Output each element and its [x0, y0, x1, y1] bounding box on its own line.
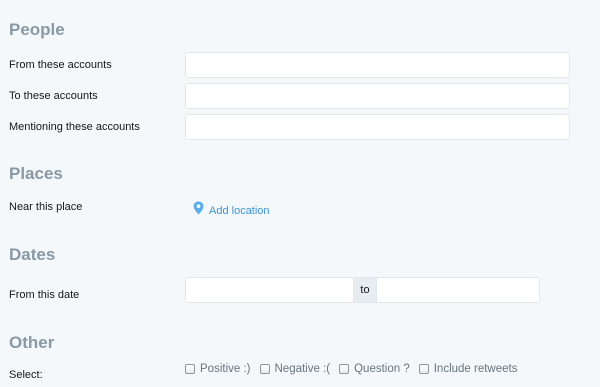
checkbox-icon[interactable]	[185, 364, 195, 374]
add-location-label: Add location	[209, 204, 270, 217]
filter-options: Positive :) Negative :( Question ? Inclu…	[185, 363, 526, 375]
since-date-input[interactable]	[186, 278, 353, 302]
from-date-label: From this date	[9, 289, 80, 301]
mentioning-accounts-input[interactable]	[185, 114, 570, 140]
checkbox-icon[interactable]	[418, 364, 429, 374]
mentioning-accounts-label: Mentioning these accounts	[9, 121, 140, 133]
checkbox-icon[interactable]	[339, 364, 350, 374]
until-date-input[interactable]	[377, 278, 539, 302]
positive-checkbox[interactable]: Positive :)	[185, 363, 251, 375]
map-pin-icon	[193, 201, 204, 220]
dates-heading: Dates	[9, 245, 56, 264]
to-accounts-input[interactable]	[185, 83, 570, 109]
checkbox-icon[interactable]	[259, 364, 270, 374]
other-heading: Other	[9, 333, 55, 352]
from-accounts-input[interactable]	[185, 52, 570, 78]
places-heading: Places	[9, 164, 63, 183]
to-accounts-label: To these accounts	[9, 90, 98, 102]
negative-checkbox[interactable]: Negative :(	[259, 363, 330, 375]
add-location-link[interactable]: Add location	[193, 201, 270, 220]
include-retweets-checkbox[interactable]: Include retweets	[418, 363, 517, 375]
people-heading: People	[9, 20, 65, 39]
select-label: Select:	[9, 369, 43, 381]
from-accounts-label: From these accounts	[9, 59, 112, 71]
question-checkbox[interactable]: Question ?	[339, 363, 410, 375]
date-separator: to	[353, 278, 377, 302]
date-range: to	[185, 277, 540, 303]
near-place-label: Near this place	[9, 201, 83, 213]
